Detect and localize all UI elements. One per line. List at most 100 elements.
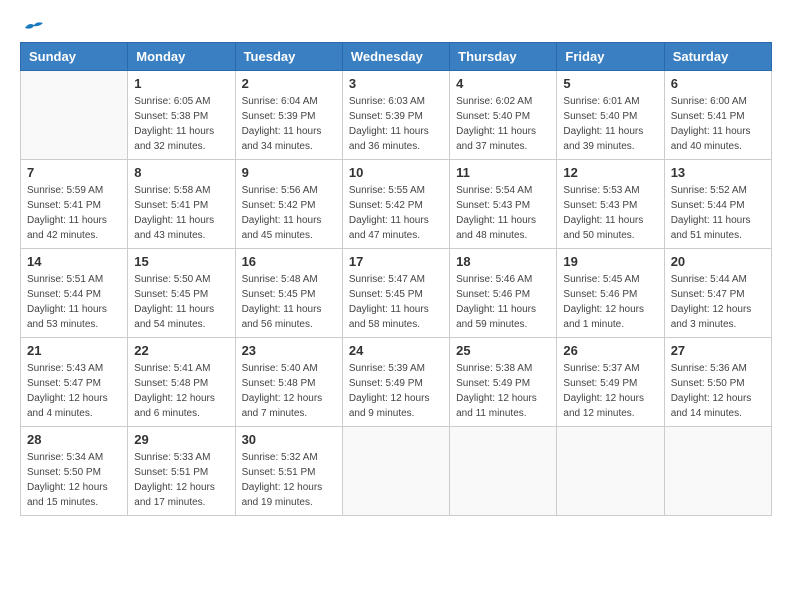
- header-sunday: Sunday: [21, 43, 128, 71]
- day-info: Sunrise: 6:04 AM Sunset: 5:39 PM Dayligh…: [242, 94, 336, 154]
- calendar-cell: 3 Sunrise: 6:03 AM Sunset: 5:39 PM Daylig…: [342, 71, 449, 160]
- day-number: 24: [349, 343, 443, 358]
- day-number: 17: [349, 254, 443, 269]
- calendar-week-4: 21 Sunrise: 5:43 AM Sunset: 5:47 PM Dayli…: [21, 338, 772, 427]
- day-info: Sunrise: 5:54 AM Sunset: 5:43 PM Dayligh…: [456, 183, 550, 243]
- day-info: Sunrise: 5:43 AM Sunset: 5:47 PM Dayligh…: [27, 361, 121, 421]
- day-info: Sunrise: 5:36 AM Sunset: 5:50 PM Dayligh…: [671, 361, 765, 421]
- day-number: 16: [242, 254, 336, 269]
- day-info: Sunrise: 5:51 AM Sunset: 5:44 PM Dayligh…: [27, 272, 121, 332]
- day-info: Sunrise: 5:52 AM Sunset: 5:44 PM Dayligh…: [671, 183, 765, 243]
- day-info: Sunrise: 6:03 AM Sunset: 5:39 PM Dayligh…: [349, 94, 443, 154]
- calendar-week-2: 7 Sunrise: 5:59 AM Sunset: 5:41 PM Daylig…: [21, 160, 772, 249]
- calendar-cell: [664, 427, 771, 516]
- day-number: 5: [563, 76, 657, 91]
- day-number: 8: [134, 165, 228, 180]
- calendar-cell: 27 Sunrise: 5:36 AM Sunset: 5:50 PM Dayli…: [664, 338, 771, 427]
- calendar-cell: 5 Sunrise: 6:01 AM Sunset: 5:40 PM Daylig…: [557, 71, 664, 160]
- calendar-cell: [557, 427, 664, 516]
- calendar-cell: [450, 427, 557, 516]
- day-number: 21: [27, 343, 121, 358]
- day-info: Sunrise: 5:46 AM Sunset: 5:46 PM Dayligh…: [456, 272, 550, 332]
- day-info: Sunrise: 5:53 AM Sunset: 5:43 PM Dayligh…: [563, 183, 657, 243]
- day-info: Sunrise: 5:40 AM Sunset: 5:48 PM Dayligh…: [242, 361, 336, 421]
- calendar-cell: 18 Sunrise: 5:46 AM Sunset: 5:46 PM Dayli…: [450, 249, 557, 338]
- day-number: 12: [563, 165, 657, 180]
- calendar-cell: 8 Sunrise: 5:58 AM Sunset: 5:41 PM Daylig…: [128, 160, 235, 249]
- day-number: 19: [563, 254, 657, 269]
- calendar-cell: 15 Sunrise: 5:50 AM Sunset: 5:45 PM Dayli…: [128, 249, 235, 338]
- header-monday: Monday: [128, 43, 235, 71]
- day-number: 25: [456, 343, 550, 358]
- day-info: Sunrise: 5:37 AM Sunset: 5:49 PM Dayligh…: [563, 361, 657, 421]
- calendar-cell: 20 Sunrise: 5:44 AM Sunset: 5:47 PM Dayli…: [664, 249, 771, 338]
- calendar-cell: 30 Sunrise: 5:32 AM Sunset: 5:51 PM Dayli…: [235, 427, 342, 516]
- logo-bird-icon: [23, 20, 45, 36]
- calendar-cell: 21 Sunrise: 5:43 AM Sunset: 5:47 PM Dayli…: [21, 338, 128, 427]
- day-info: Sunrise: 5:44 AM Sunset: 5:47 PM Dayligh…: [671, 272, 765, 332]
- day-number: 13: [671, 165, 765, 180]
- day-info: Sunrise: 5:59 AM Sunset: 5:41 PM Dayligh…: [27, 183, 121, 243]
- day-info: Sunrise: 5:32 AM Sunset: 5:51 PM Dayligh…: [242, 450, 336, 510]
- day-number: 27: [671, 343, 765, 358]
- calendar-week-1: 1 Sunrise: 6:05 AM Sunset: 5:38 PM Daylig…: [21, 71, 772, 160]
- day-number: 9: [242, 165, 336, 180]
- day-number: 28: [27, 432, 121, 447]
- calendar-cell: 4 Sunrise: 6:02 AM Sunset: 5:40 PM Daylig…: [450, 71, 557, 160]
- day-number: 18: [456, 254, 550, 269]
- day-info: Sunrise: 5:45 AM Sunset: 5:46 PM Dayligh…: [563, 272, 657, 332]
- calendar-cell: 1 Sunrise: 6:05 AM Sunset: 5:38 PM Daylig…: [128, 71, 235, 160]
- calendar-header-row: SundayMondayTuesdayWednesdayThursdayFrid…: [21, 43, 772, 71]
- day-number: 2: [242, 76, 336, 91]
- calendar-cell: 11 Sunrise: 5:54 AM Sunset: 5:43 PM Dayli…: [450, 160, 557, 249]
- day-info: Sunrise: 5:47 AM Sunset: 5:45 PM Dayligh…: [349, 272, 443, 332]
- calendar-table: SundayMondayTuesdayWednesdayThursdayFrid…: [20, 42, 772, 516]
- calendar-cell: 17 Sunrise: 5:47 AM Sunset: 5:45 PM Dayli…: [342, 249, 449, 338]
- calendar-week-3: 14 Sunrise: 5:51 AM Sunset: 5:44 PM Dayli…: [21, 249, 772, 338]
- calendar-cell: [21, 71, 128, 160]
- day-number: 4: [456, 76, 550, 91]
- calendar-cell: 25 Sunrise: 5:38 AM Sunset: 5:49 PM Dayli…: [450, 338, 557, 427]
- header-wednesday: Wednesday: [342, 43, 449, 71]
- calendar-cell: 13 Sunrise: 5:52 AM Sunset: 5:44 PM Dayli…: [664, 160, 771, 249]
- day-number: 10: [349, 165, 443, 180]
- day-info: Sunrise: 6:00 AM Sunset: 5:41 PM Dayligh…: [671, 94, 765, 154]
- day-info: Sunrise: 6:05 AM Sunset: 5:38 PM Dayligh…: [134, 94, 228, 154]
- calendar-cell: 7 Sunrise: 5:59 AM Sunset: 5:41 PM Daylig…: [21, 160, 128, 249]
- day-number: 3: [349, 76, 443, 91]
- day-number: 6: [671, 76, 765, 91]
- day-info: Sunrise: 5:50 AM Sunset: 5:45 PM Dayligh…: [134, 272, 228, 332]
- day-info: Sunrise: 6:01 AM Sunset: 5:40 PM Dayligh…: [563, 94, 657, 154]
- day-info: Sunrise: 5:34 AM Sunset: 5:50 PM Dayligh…: [27, 450, 121, 510]
- day-number: 14: [27, 254, 121, 269]
- day-number: 30: [242, 432, 336, 447]
- day-number: 1: [134, 76, 228, 91]
- day-info: Sunrise: 5:48 AM Sunset: 5:45 PM Dayligh…: [242, 272, 336, 332]
- calendar-cell: 19 Sunrise: 5:45 AM Sunset: 5:46 PM Dayli…: [557, 249, 664, 338]
- day-info: Sunrise: 5:58 AM Sunset: 5:41 PM Dayligh…: [134, 183, 228, 243]
- calendar-cell: 28 Sunrise: 5:34 AM Sunset: 5:50 PM Dayli…: [21, 427, 128, 516]
- calendar-cell: 24 Sunrise: 5:39 AM Sunset: 5:49 PM Dayli…: [342, 338, 449, 427]
- calendar-cell: 9Sunrise: 5:56 AM Sunset: 5:42 PM Daylig…: [235, 160, 342, 249]
- day-number: 11: [456, 165, 550, 180]
- day-number: 20: [671, 254, 765, 269]
- calendar-cell: 16 Sunrise: 5:48 AM Sunset: 5:45 PM Dayli…: [235, 249, 342, 338]
- calendar-cell: 26Sunrise: 5:37 AM Sunset: 5:49 PM Dayli…: [557, 338, 664, 427]
- day-info: Sunrise: 6:02 AM Sunset: 5:40 PM Dayligh…: [456, 94, 550, 154]
- calendar-cell: 12 Sunrise: 5:53 AM Sunset: 5:43 PM Dayli…: [557, 160, 664, 249]
- calendar-cell: 6 Sunrise: 6:00 AM Sunset: 5:41 PM Daylig…: [664, 71, 771, 160]
- header-friday: Friday: [557, 43, 664, 71]
- header-tuesday: Tuesday: [235, 43, 342, 71]
- calendar-cell: 22 Sunrise: 5:41 AM Sunset: 5:48 PM Dayli…: [128, 338, 235, 427]
- day-info: Sunrise: 5:55 AM Sunset: 5:42 PM Dayligh…: [349, 183, 443, 243]
- day-info: Sunrise: 5:41 AM Sunset: 5:48 PM Dayligh…: [134, 361, 228, 421]
- day-number: 15: [134, 254, 228, 269]
- day-info: Sunrise: 5:38 AM Sunset: 5:49 PM Dayligh…: [456, 361, 550, 421]
- day-info: Sunrise: 5:39 AM Sunset: 5:49 PM Dayligh…: [349, 361, 443, 421]
- calendar-cell: 14 Sunrise: 5:51 AM Sunset: 5:44 PM Dayli…: [21, 249, 128, 338]
- calendar-cell: 29Sunrise: 5:33 AM Sunset: 5:51 PM Dayli…: [128, 427, 235, 516]
- day-number: 22: [134, 343, 228, 358]
- calendar-cell: 10 Sunrise: 5:55 AM Sunset: 5:42 PM Dayli…: [342, 160, 449, 249]
- logo: [20, 20, 45, 32]
- day-number: 7: [27, 165, 121, 180]
